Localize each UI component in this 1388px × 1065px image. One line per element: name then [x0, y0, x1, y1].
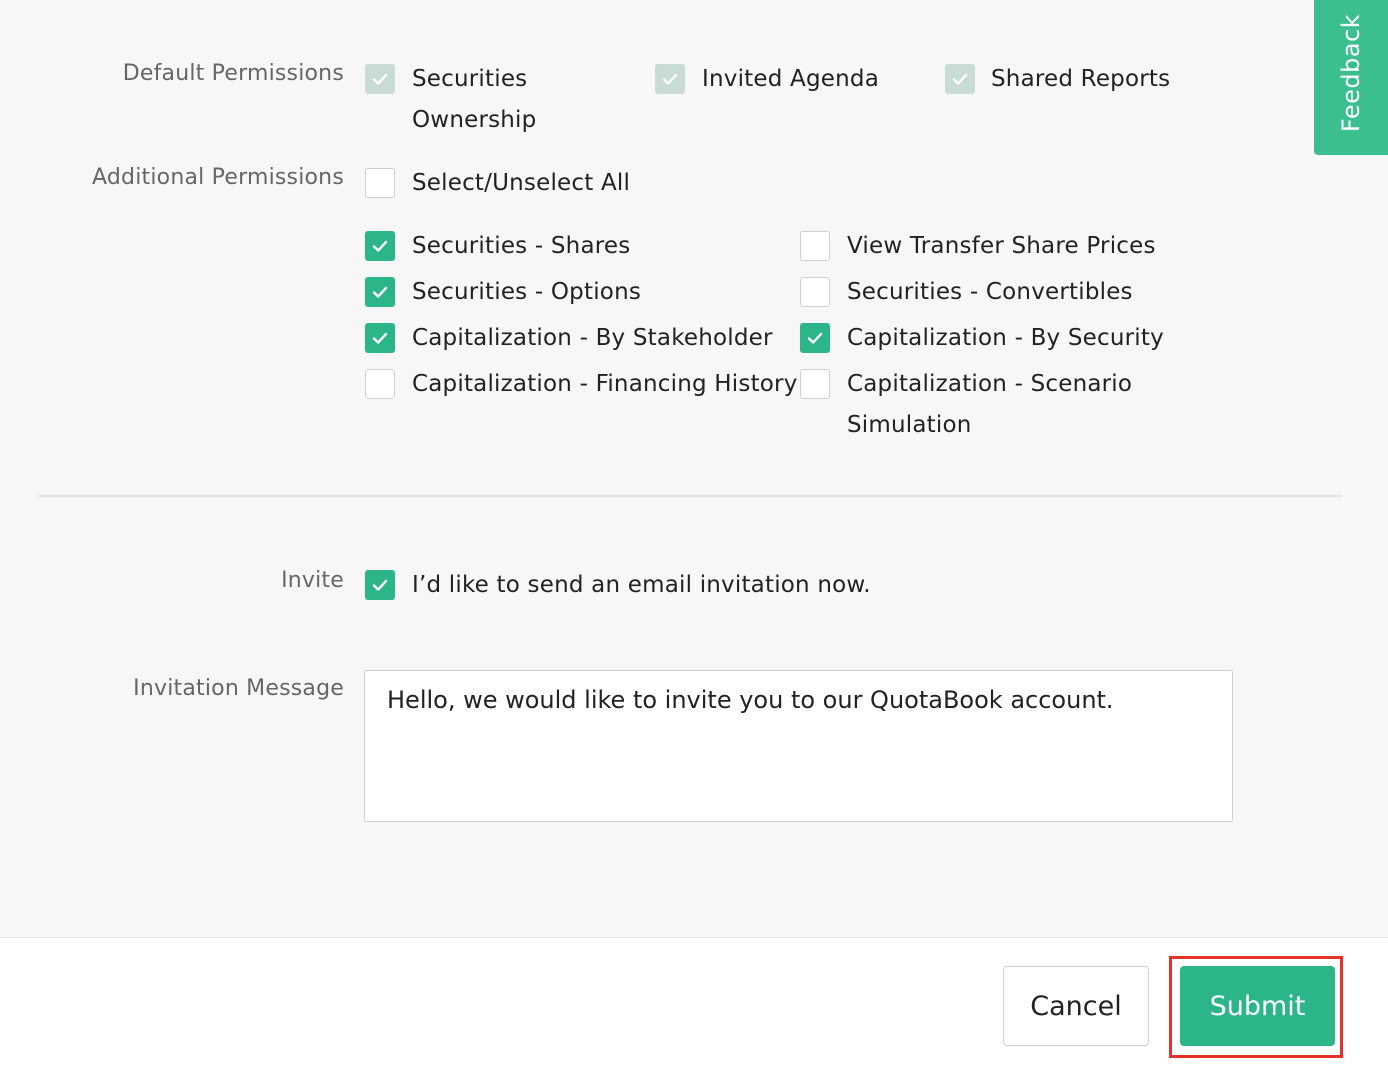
option-invited-agenda: Invited Agenda	[702, 66, 879, 92]
cancel-button[interactable]: Cancel	[1003, 966, 1149, 1046]
checkbox-securities-shares[interactable]	[365, 231, 395, 261]
option-securities-options[interactable]: Securities - Options	[412, 272, 641, 313]
invitation-message-textarea[interactable]: Hello, we would like to invite you to ou…	[364, 670, 1233, 822]
option-view-transfer-share-prices[interactable]: View Transfer Share Prices	[847, 226, 1156, 267]
default-permissions-label: Default Permissions	[122, 61, 344, 86]
check-icon	[372, 332, 388, 344]
option-cap-scenario-simulation[interactable]: Capitalization - Scenario Simulation	[847, 364, 1132, 446]
checkbox-securities-ownership	[365, 64, 395, 94]
option-cap-scenario-simulation-line2: Simulation	[847, 412, 972, 438]
invite-label: Invite	[281, 568, 344, 593]
check-icon	[807, 332, 823, 344]
check-icon	[952, 73, 968, 85]
option-cap-financing-history[interactable]: Capitalization - Financing History	[412, 364, 798, 405]
checkbox-cap-by-stakeholder[interactable]	[365, 323, 395, 353]
checkbox-cap-financing-history[interactable]	[365, 369, 395, 399]
invitation-message-label: Invitation Message	[133, 676, 344, 701]
checkbox-cap-scenario-simulation[interactable]	[800, 369, 830, 399]
checkbox-securities-convertibles[interactable]	[800, 277, 830, 307]
checkbox-select-all[interactable]	[365, 168, 395, 198]
checkbox-shared-reports	[945, 64, 975, 94]
checkbox-cap-by-security[interactable]	[800, 323, 830, 353]
option-shared-reports: Shared Reports	[991, 66, 1171, 92]
option-securities-shares[interactable]: Securities - Shares	[412, 226, 630, 267]
option-cap-by-security[interactable]: Capitalization - By Security	[847, 318, 1164, 359]
additional-permissions-label: Additional Permissions	[92, 165, 344, 190]
option-securities-ownership-line1: Securities	[412, 66, 528, 92]
check-icon	[372, 73, 388, 85]
checkbox-send-invitation[interactable]	[365, 570, 395, 600]
option-securities-ownership-line2: Ownership	[412, 107, 537, 133]
feedback-tab[interactable]: Feedback	[1314, 0, 1388, 155]
check-icon	[372, 579, 388, 591]
option-cap-by-stakeholder[interactable]: Capitalization - By Stakeholder	[412, 318, 773, 359]
check-icon	[372, 286, 388, 298]
feedback-tab-label: Feedback	[1337, 13, 1365, 133]
option-cap-scenario-simulation-line1: Capitalization - Scenario	[847, 371, 1133, 397]
option-select-all[interactable]: Select/Unselect All	[412, 163, 630, 204]
submit-button[interactable]: Submit	[1180, 966, 1335, 1046]
checkbox-view-transfer-share-prices[interactable]	[800, 231, 830, 261]
option-securities-convertibles[interactable]: Securities - Convertibles	[847, 272, 1133, 313]
option-securities-ownership: Securities Ownership	[412, 59, 536, 141]
check-icon	[662, 73, 678, 85]
section-divider	[38, 495, 1342, 497]
checkbox-securities-options[interactable]	[365, 277, 395, 307]
option-send-invitation[interactable]: I’d like to send an email invitation now…	[412, 565, 871, 606]
check-icon	[372, 240, 388, 252]
checkbox-invited-agenda	[655, 64, 685, 94]
